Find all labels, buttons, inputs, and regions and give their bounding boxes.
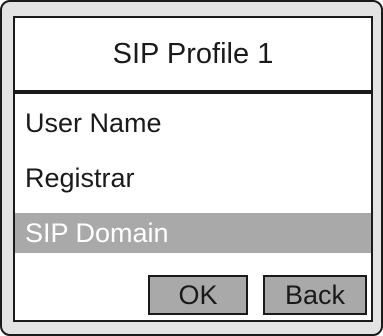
- menu-item-label: User Name: [25, 108, 162, 138]
- menu-item-label: Registrar: [25, 163, 135, 193]
- phone-device: SIP Profile 1 User Name Registrar SIP Do…: [0, 0, 383, 336]
- ok-button[interactable]: OK: [148, 275, 248, 315]
- page-title: SIP Profile 1: [15, 18, 371, 94]
- phone-screen: SIP Profile 1 User Name Registrar SIP Do…: [13, 16, 373, 322]
- back-button[interactable]: Back: [263, 275, 367, 315]
- back-button-label: Back: [284, 280, 346, 310]
- menu-item-sip-domain[interactable]: SIP Domain: [15, 213, 371, 253]
- ok-button-label: OK: [178, 280, 218, 310]
- menu-item-registrar[interactable]: Registrar: [15, 158, 371, 198]
- menu-item-label: SIP Domain: [25, 218, 169, 248]
- page-title-text: SIP Profile 1: [112, 37, 274, 70]
- menu-item-user-name[interactable]: User Name: [15, 103, 371, 143]
